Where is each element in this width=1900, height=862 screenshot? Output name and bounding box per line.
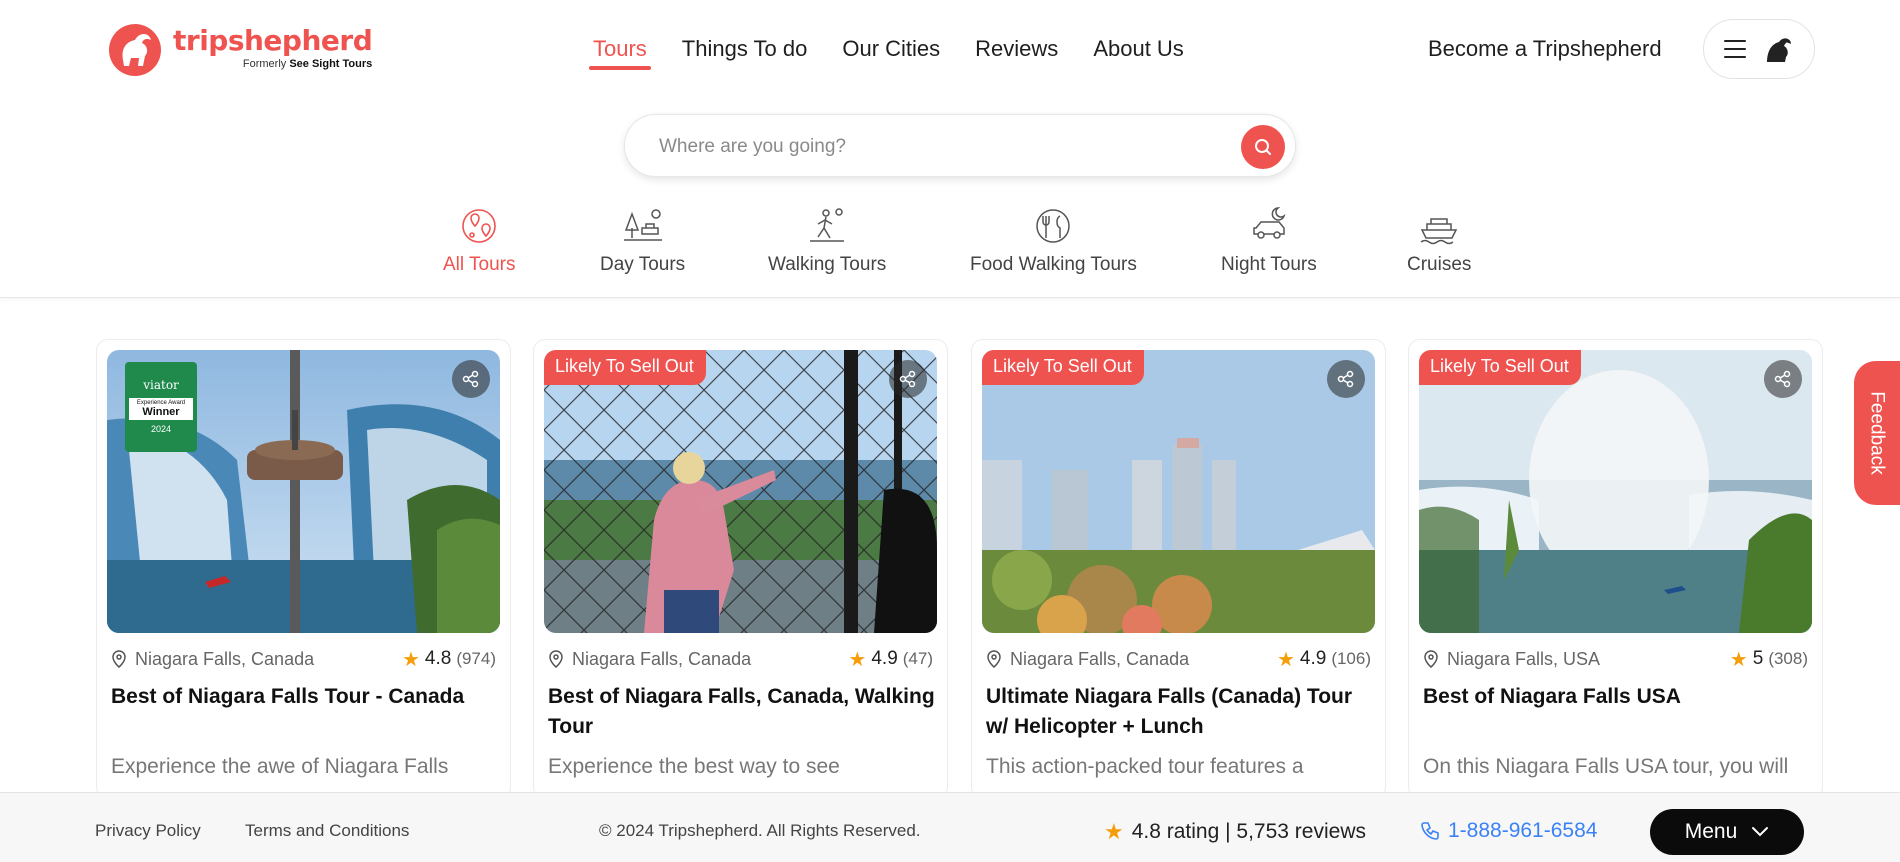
terms-link[interactable]: Terms and Conditions	[245, 821, 409, 841]
brand-logo[interactable]: tripshepherd Formerly See Sight Tours	[105, 20, 373, 76]
share-button[interactable]	[452, 360, 490, 398]
nav-about-us[interactable]: About Us	[1093, 36, 1184, 70]
category-label: Cruises	[1407, 254, 1472, 275]
search-bar	[624, 114, 1296, 177]
tour-location: Niagara Falls, Canada	[111, 649, 314, 670]
tour-description: This action-packed tour features a	[986, 755, 1304, 778]
share-button[interactable]	[889, 360, 927, 398]
share-button[interactable]	[1327, 360, 1365, 398]
category-label: All Tours	[443, 254, 516, 275]
nav-our-cities[interactable]: Our Cities	[842, 36, 940, 70]
star-icon: ★	[401, 648, 420, 671]
map-pins-icon	[462, 209, 497, 243]
food-icon	[1036, 209, 1071, 243]
share-button[interactable]	[1764, 360, 1802, 398]
category-label: Walking Tours	[768, 254, 887, 275]
category-all-tours[interactable]: All Tours	[443, 204, 516, 276]
category-cruises[interactable]: Cruises	[1407, 204, 1471, 276]
star-icon: ★	[848, 648, 867, 671]
overall-rating[interactable]: ★ 4.8 rating | 5,753 reviews	[1104, 819, 1366, 845]
category-day-tours[interactable]: Day Tours	[600, 204, 685, 276]
feedback-label: Feedback	[1867, 391, 1889, 475]
tour-location: Niagara Falls, Canada	[548, 649, 751, 670]
location-pin-icon	[549, 650, 563, 668]
category-tabs: All Tours Day Tours Walking Tours Food W…	[0, 204, 1900, 284]
tour-card[interactable]: Likely To Sell Out Niagara Falls, Canada…	[971, 339, 1386, 799]
category-food-walking-tours[interactable]: Food Walking Tours	[970, 204, 1137, 276]
nav-tours[interactable]: Tours	[589, 36, 651, 70]
tour-rating: ★ 4.9 (106)	[1276, 648, 1371, 671]
category-label: Night Tours	[1221, 254, 1317, 275]
tour-description: Experience the best way to see	[548, 755, 840, 778]
tour-rating: ★ 5 (308)	[1729, 648, 1808, 671]
feedback-tab[interactable]: Feedback	[1854, 361, 1900, 505]
tour-card[interactable]: Likely To Sell Out Niagara Falls, Canada…	[533, 339, 948, 799]
search-button[interactable]	[1241, 125, 1285, 169]
tour-location: Niagara Falls, Canada	[986, 649, 1189, 670]
ram-logo-icon	[109, 24, 161, 76]
main-nav: Tours Things To do Our Cities Reviews Ab…	[589, 36, 1219, 70]
night-car-icon	[1253, 207, 1286, 239]
tour-image-observation-deck[interactable]: Likely To Sell Out	[544, 350, 937, 633]
tour-title[interactable]: Ultimate Niagara Falls (Canada) Tour w/ …	[986, 682, 1373, 742]
user-menu-button[interactable]	[1703, 19, 1815, 79]
hamburger-icon	[1723, 40, 1746, 58]
tour-image-skylon-tower[interactable]: viator Experience Award Winner 2024	[107, 350, 500, 633]
tour-description: Experience the awe of Niagara Falls	[111, 755, 449, 778]
phone-icon	[1421, 822, 1439, 840]
share-icon	[899, 370, 916, 388]
chevron-down-icon	[1752, 827, 1769, 837]
day-tours-icon	[623, 209, 662, 241]
tour-card[interactable]: viator Experience Award Winner 2024 Niag…	[96, 339, 511, 799]
tour-rating: ★ 4.9 (47)	[848, 648, 933, 671]
tour-rating: ★ 4.8 (974)	[401, 648, 496, 671]
ship-icon	[1420, 218, 1458, 245]
nav-things-to-do[interactable]: Things To do	[682, 36, 808, 70]
tour-title[interactable]: Best of Niagara Falls USA	[1423, 682, 1810, 712]
nav-reviews[interactable]: Reviews	[975, 36, 1058, 70]
location-pin-icon	[112, 650, 126, 668]
location-pin-icon	[1424, 650, 1438, 668]
brand-tagline: Formerly See Sight Tours	[242, 58, 373, 70]
walking-icon	[810, 208, 845, 242]
location-pin-icon	[987, 650, 1001, 668]
tour-image-niagara-falls-usa[interactable]: Likely To Sell Out	[1419, 350, 1812, 633]
phone-link[interactable]: 1-888-961-6584	[1420, 819, 1597, 843]
share-icon	[1774, 370, 1791, 388]
star-icon: ★	[1729, 648, 1748, 671]
star-icon: ★	[1276, 648, 1295, 671]
tour-title[interactable]: Best of Niagara Falls, Canada, Walking T…	[548, 682, 935, 742]
search-icon	[1255, 139, 1271, 155]
menu-button[interactable]: Menu	[1650, 809, 1804, 855]
category-night-tours[interactable]: Night Tours	[1221, 204, 1317, 276]
likely-to-sell-out-badge: Likely To Sell Out	[544, 350, 706, 385]
viator-award-badge: viator Experience Award Winner 2024	[125, 362, 197, 452]
tour-title[interactable]: Best of Niagara Falls Tour - Canada	[111, 682, 498, 712]
sticky-footer: Privacy Policy Terms and Conditions © 20…	[0, 792, 1900, 862]
category-label: Food Walking Tours	[970, 254, 1137, 275]
privacy-policy-link[interactable]: Privacy Policy	[95, 821, 201, 841]
likely-to-sell-out-badge: Likely To Sell Out	[982, 350, 1144, 385]
site-header: tripshepherd Formerly See Sight Tours To…	[0, 0, 1900, 298]
tour-location: Niagara Falls, USA	[1423, 649, 1600, 670]
avatar-ram-icon	[1766, 38, 1791, 62]
star-icon: ★	[1104, 819, 1124, 844]
share-icon	[462, 370, 479, 388]
tour-card[interactable]: Likely To Sell Out Niagara Falls, USA ★ 5…	[1408, 339, 1823, 799]
become-tripshepherd-link[interactable]: Become a Tripshepherd	[1428, 36, 1662, 62]
copyright-text: © 2024 Tripshepherd. All Rights Reserved…	[599, 821, 921, 840]
category-label: Day Tours	[600, 254, 686, 275]
tour-image-city-skyline[interactable]: Likely To Sell Out	[982, 350, 1375, 633]
search-input[interactable]	[659, 133, 1219, 161]
share-icon	[1337, 370, 1354, 388]
likely-to-sell-out-badge: Likely To Sell Out	[1419, 350, 1581, 385]
category-walking-tours[interactable]: Walking Tours	[768, 204, 886, 276]
tour-description: On this Niagara Falls USA tour, you will	[1423, 755, 1789, 778]
brand-name: tripshepherd	[173, 24, 373, 57]
